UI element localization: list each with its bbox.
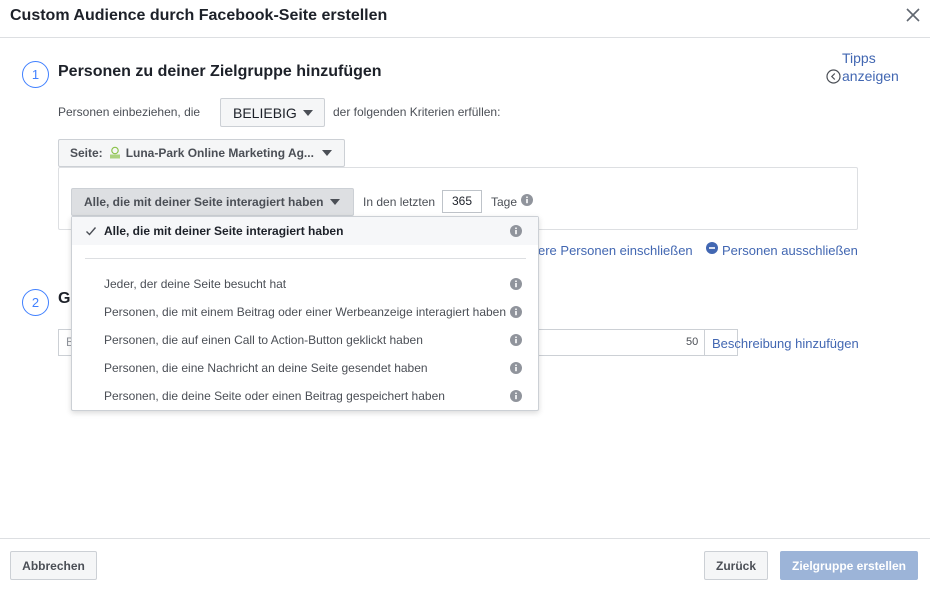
dropdown-option[interactable]: Jeder, der deine Seite besucht hat bbox=[72, 270, 538, 298]
info-icon[interactable] bbox=[510, 278, 522, 290]
dropdown-option[interactable]: Personen, die deine Seite oder einen Bei… bbox=[72, 382, 538, 410]
days-unit-label: Tage bbox=[491, 195, 518, 209]
dropdown-option-selected[interactable]: Alle, die mit deiner Seite interagiert h… bbox=[72, 217, 538, 245]
dropdown-option-label: Jeder, der deine Seite besucht hat bbox=[104, 277, 287, 291]
caret-down-icon bbox=[330, 199, 341, 205]
tips-link-line2[interactable]: anzeigen bbox=[842, 68, 899, 84]
info-icon[interactable] bbox=[510, 306, 522, 318]
exclude-people-link[interactable]: Personen ausschließen bbox=[722, 243, 858, 258]
in-last-label: In den letzten bbox=[363, 195, 436, 209]
checkmark-icon bbox=[86, 227, 97, 236]
dropdown-option-label: Personen, die eine Nachricht an deine Se… bbox=[104, 361, 428, 375]
info-icon[interactable] bbox=[510, 334, 522, 346]
back-button[interactable]: Zurück bbox=[704, 551, 768, 580]
dropdown-option-label: Personen, die mit einem Beitrag oder ein… bbox=[104, 305, 507, 319]
info-icon[interactable] bbox=[510, 362, 522, 374]
step1-title: Personen zu deiner Zielgruppe hinzufügen bbox=[58, 63, 382, 80]
info-icon[interactable] bbox=[521, 194, 533, 206]
days-input[interactable]: 365 bbox=[442, 190, 482, 213]
include-more-people-link[interactable]: ere Personen einschließen bbox=[538, 243, 693, 258]
input-divider bbox=[704, 329, 705, 356]
luna-park-logo-icon bbox=[109, 146, 120, 159]
add-description-link[interactable]: Beschreibung hinzufügen bbox=[712, 336, 859, 351]
page-label: Seite: bbox=[70, 146, 103, 160]
caret-down-icon bbox=[321, 150, 332, 156]
criteria-dropdown-button[interactable]: Alle, die mit deiner Seite interagiert h… bbox=[71, 188, 354, 216]
step2-title: G bbox=[58, 290, 71, 307]
create-audience-button[interactable]: Zielgruppe erstellen bbox=[780, 551, 918, 580]
dropdown-divider bbox=[85, 258, 526, 259]
include-suffix-text: der folgenden Kriterien erfüllen: bbox=[333, 105, 501, 119]
dropdown-option-label: Personen, die deine Seite oder einen Bei… bbox=[104, 389, 445, 403]
chevron-left-circle-icon[interactable] bbox=[826, 69, 841, 84]
criteria-dropdown-value: Alle, die mit deiner Seite interagiert h… bbox=[84, 195, 324, 209]
page-name: Luna-Park Online Marketing Ag... bbox=[125, 146, 314, 160]
page-selector-button[interactable]: Seite: Luna-Park Online Marketing Ag... bbox=[58, 139, 345, 167]
include-prefix-text: Personen einbeziehen, die bbox=[58, 105, 201, 119]
dropdown-option[interactable]: Personen, die auf einen Call to Action-B… bbox=[72, 326, 538, 354]
dropdown-option-label: Personen, die auf einen Call to Action-B… bbox=[104, 333, 423, 347]
match-any-dropdown[interactable]: BELIEBIG bbox=[220, 98, 325, 127]
minus-circle-icon[interactable] bbox=[706, 242, 718, 254]
match-any-value: BELIEBIG bbox=[233, 104, 297, 121]
tips-link-line1[interactable]: Tipps bbox=[842, 50, 876, 66]
dialog-title: Custom Audience durch Facebook-Seite ers… bbox=[10, 7, 388, 24]
info-icon[interactable] bbox=[510, 390, 522, 402]
cancel-button[interactable]: Abbrechen bbox=[10, 551, 97, 580]
close-icon[interactable] bbox=[904, 6, 922, 24]
char-counter: 50 bbox=[686, 336, 699, 348]
dropdown-option[interactable]: Personen, die mit einem Beitrag oder ein… bbox=[72, 298, 538, 326]
info-icon[interactable] bbox=[510, 225, 522, 237]
caret-down-icon bbox=[302, 109, 313, 116]
footer-divider bbox=[0, 538, 930, 539]
step-number-1: 1 bbox=[22, 61, 49, 88]
step-number-2: 2 bbox=[22, 289, 49, 316]
criteria-dropdown-menu: Alle, die mit deiner Seite interagiert h… bbox=[71, 216, 539, 411]
dropdown-option-label: Alle, die mit deiner Seite interagiert h… bbox=[104, 224, 344, 238]
dropdown-option[interactable]: Personen, die eine Nachricht an deine Se… bbox=[72, 354, 538, 382]
